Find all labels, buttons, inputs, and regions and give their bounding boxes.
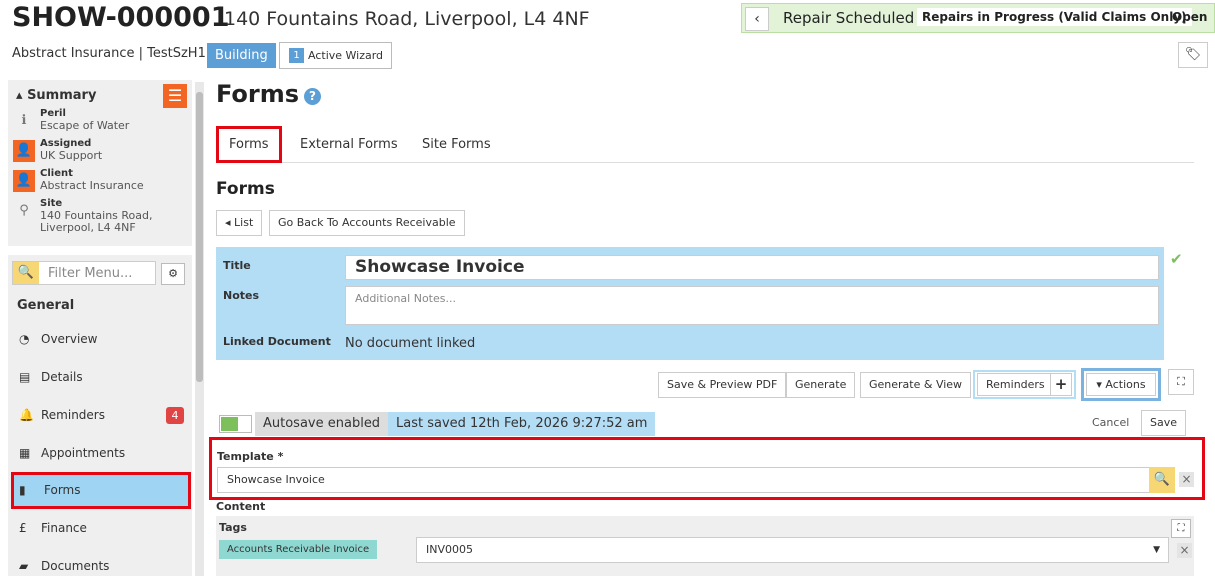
summary-item-site: ⚲ Site 140 Fountains Road, Liverpool, L4… [13, 198, 152, 234]
side-menu: 🔍 Filter Menu... ⚙ General ◔ Overview ▤ De… [8, 255, 192, 576]
check-icon: ✔ [1170, 250, 1183, 268]
autosave-status: Autosave enabled [255, 412, 389, 436]
reminders-badge: 4 [166, 407, 184, 424]
autosave-toggle[interactable] [219, 415, 252, 433]
actions-group: ▾ Actions [1081, 368, 1161, 401]
category-badge: Building [207, 43, 276, 68]
file-icon: ▮ [19, 483, 26, 497]
save-preview-pdf-button[interactable]: Save & Preview PDF [658, 372, 787, 398]
summary-item-client: 👤 Client Abstract Insurance [13, 168, 144, 192]
pound-icon: £ [19, 521, 27, 535]
user-icon: 👤 [13, 170, 35, 192]
clear-icon[interactable]: × [1179, 472, 1194, 487]
sidebar-item-documents[interactable]: ▰ Documents [11, 548, 191, 585]
generate-view-button[interactable]: Generate & View [860, 372, 972, 398]
tag-select[interactable]: INV0005 ▼ [416, 537, 1169, 563]
job-id: SHOW-000001 [12, 2, 230, 33]
sidebar-item-forms[interactable]: ▮ Forms [11, 472, 191, 509]
status-state: Open [1172, 10, 1208, 24]
filter-menu-input[interactable]: 🔍 Filter Menu... [12, 261, 156, 285]
status-current[interactable]: Repair Scheduled [783, 9, 914, 27]
template-label: Template * [217, 450, 284, 463]
tags-panel: Tags Accounts Receivable Invoice INV0005… [216, 516, 1194, 576]
tab-bar: Forms External Forms Site Forms [216, 126, 1194, 163]
notes-label: Notes [223, 289, 260, 302]
cancel-button[interactable]: Cancel [1092, 416, 1129, 429]
template-input[interactable]: Showcase Invoice [217, 467, 1152, 493]
help-icon[interactable]: ? [304, 88, 321, 105]
job-address: 140 Fountains Road, Liverpool, L4 4NF [224, 8, 590, 30]
bell-icon: 🔔 [19, 408, 34, 422]
status-bar: ‹ Repair Scheduled Repairs in Progress (… [741, 3, 1215, 33]
fullscreen-icon[interactable]: ⛶ [1168, 369, 1194, 395]
client-subtitle: Abstract Insurance | TestSzH1 [12, 46, 206, 61]
tab-site-forms[interactable]: Site Forms [412, 126, 501, 163]
reminders-button[interactable]: Reminders [977, 373, 1054, 396]
add-reminder-button[interactable]: + [1050, 373, 1072, 396]
map-pin-icon: ⚲ [19, 203, 29, 218]
chevron-left-icon[interactable]: ‹ [745, 7, 769, 31]
save-button[interactable]: Save [1141, 410, 1187, 436]
content-label: Content [216, 500, 266, 513]
search-icon[interactable]: 🔍 [1149, 467, 1175, 493]
expand-icon[interactable]: ⛶ [1171, 519, 1191, 538]
wizard-count: 1 [289, 48, 304, 63]
wizard-label: Active Wizard [308, 49, 384, 62]
summary-item-peril: ℹ Peril Escape of Water [13, 108, 130, 132]
sidebar-item-details[interactable]: ▤ Details [11, 359, 191, 396]
chevron-down-icon: ▼ [1153, 545, 1160, 555]
clear-icon[interactable]: × [1177, 543, 1192, 558]
calendar-icon: ▦ [19, 446, 31, 460]
summary-title[interactable]: ▴ Summary [16, 88, 96, 103]
reminders-group: Reminders + [973, 370, 1076, 399]
caret-down-icon: ▾ [1096, 378, 1102, 391]
hamburger-icon[interactable]: ☰ [163, 84, 187, 108]
summary-item-assigned: 👤 Assigned UK Support [13, 138, 102, 162]
active-wizard-button[interactable]: 1 Active Wizard [279, 42, 393, 69]
status-next[interactable]: Repairs in Progress (Valid Claims Only) [917, 8, 1192, 26]
list-button[interactable]: ◂ List [216, 210, 263, 236]
sidebar-item-appointments[interactable]: ▦ Appointments [11, 435, 191, 472]
linked-document-label: Linked Document [223, 335, 331, 348]
sidebar-item-reminders[interactable]: 🔔 Reminders 4 [11, 397, 191, 434]
info-icon: ℹ [21, 113, 27, 128]
tab-forms[interactable]: Forms [216, 126, 282, 163]
actions-button[interactable]: ▾ Actions [1086, 373, 1156, 396]
scrollbar-thumb[interactable] [196, 92, 203, 382]
last-saved-status: Last saved 12th Feb, 2026 9:27:52 am [388, 412, 656, 436]
title-label: Title [223, 259, 251, 272]
summary-panel: ▴ Summary ☰ ℹ Peril Escape of Water 👤 As… [8, 80, 192, 246]
title-input[interactable]: Showcase Invoice [345, 255, 1159, 280]
tab-external-forms[interactable]: External Forms [290, 126, 408, 163]
folder-icon: ▰ [19, 559, 29, 573]
tag-chip: Accounts Receivable Invoice [219, 540, 378, 559]
clipboard-icon: ▤ [19, 370, 31, 384]
menu-section-general: General [17, 298, 75, 313]
notes-input[interactable]: Additional Notes... [345, 286, 1159, 325]
tag-icon[interactable]: 🏷 [1178, 42, 1208, 68]
form-details-panel: Title Showcase Invoice Notes Additional … [216, 247, 1164, 360]
sidebar-item-overview[interactable]: ◔ Overview [11, 321, 191, 358]
user-icon: 👤 [13, 140, 35, 162]
page-title: Forms [216, 80, 300, 108]
generate-button[interactable]: Generate [786, 372, 856, 398]
linked-document-value: No document linked [345, 336, 476, 351]
tags-label: Tags [219, 521, 247, 534]
sidebar-item-finance[interactable]: £ Finance [11, 510, 191, 547]
gear-icon[interactable]: ⚙ [161, 263, 185, 285]
section-title: Forms [216, 179, 275, 199]
dashboard-icon: ◔ [19, 332, 30, 346]
template-section: Template * Showcase Invoice 🔍 × [209, 437, 1205, 500]
go-back-button[interactable]: Go Back To Accounts Receivable [269, 210, 465, 236]
search-icon: 🔍 [13, 262, 39, 284]
sidebar-scrollbar[interactable] [195, 82, 204, 576]
